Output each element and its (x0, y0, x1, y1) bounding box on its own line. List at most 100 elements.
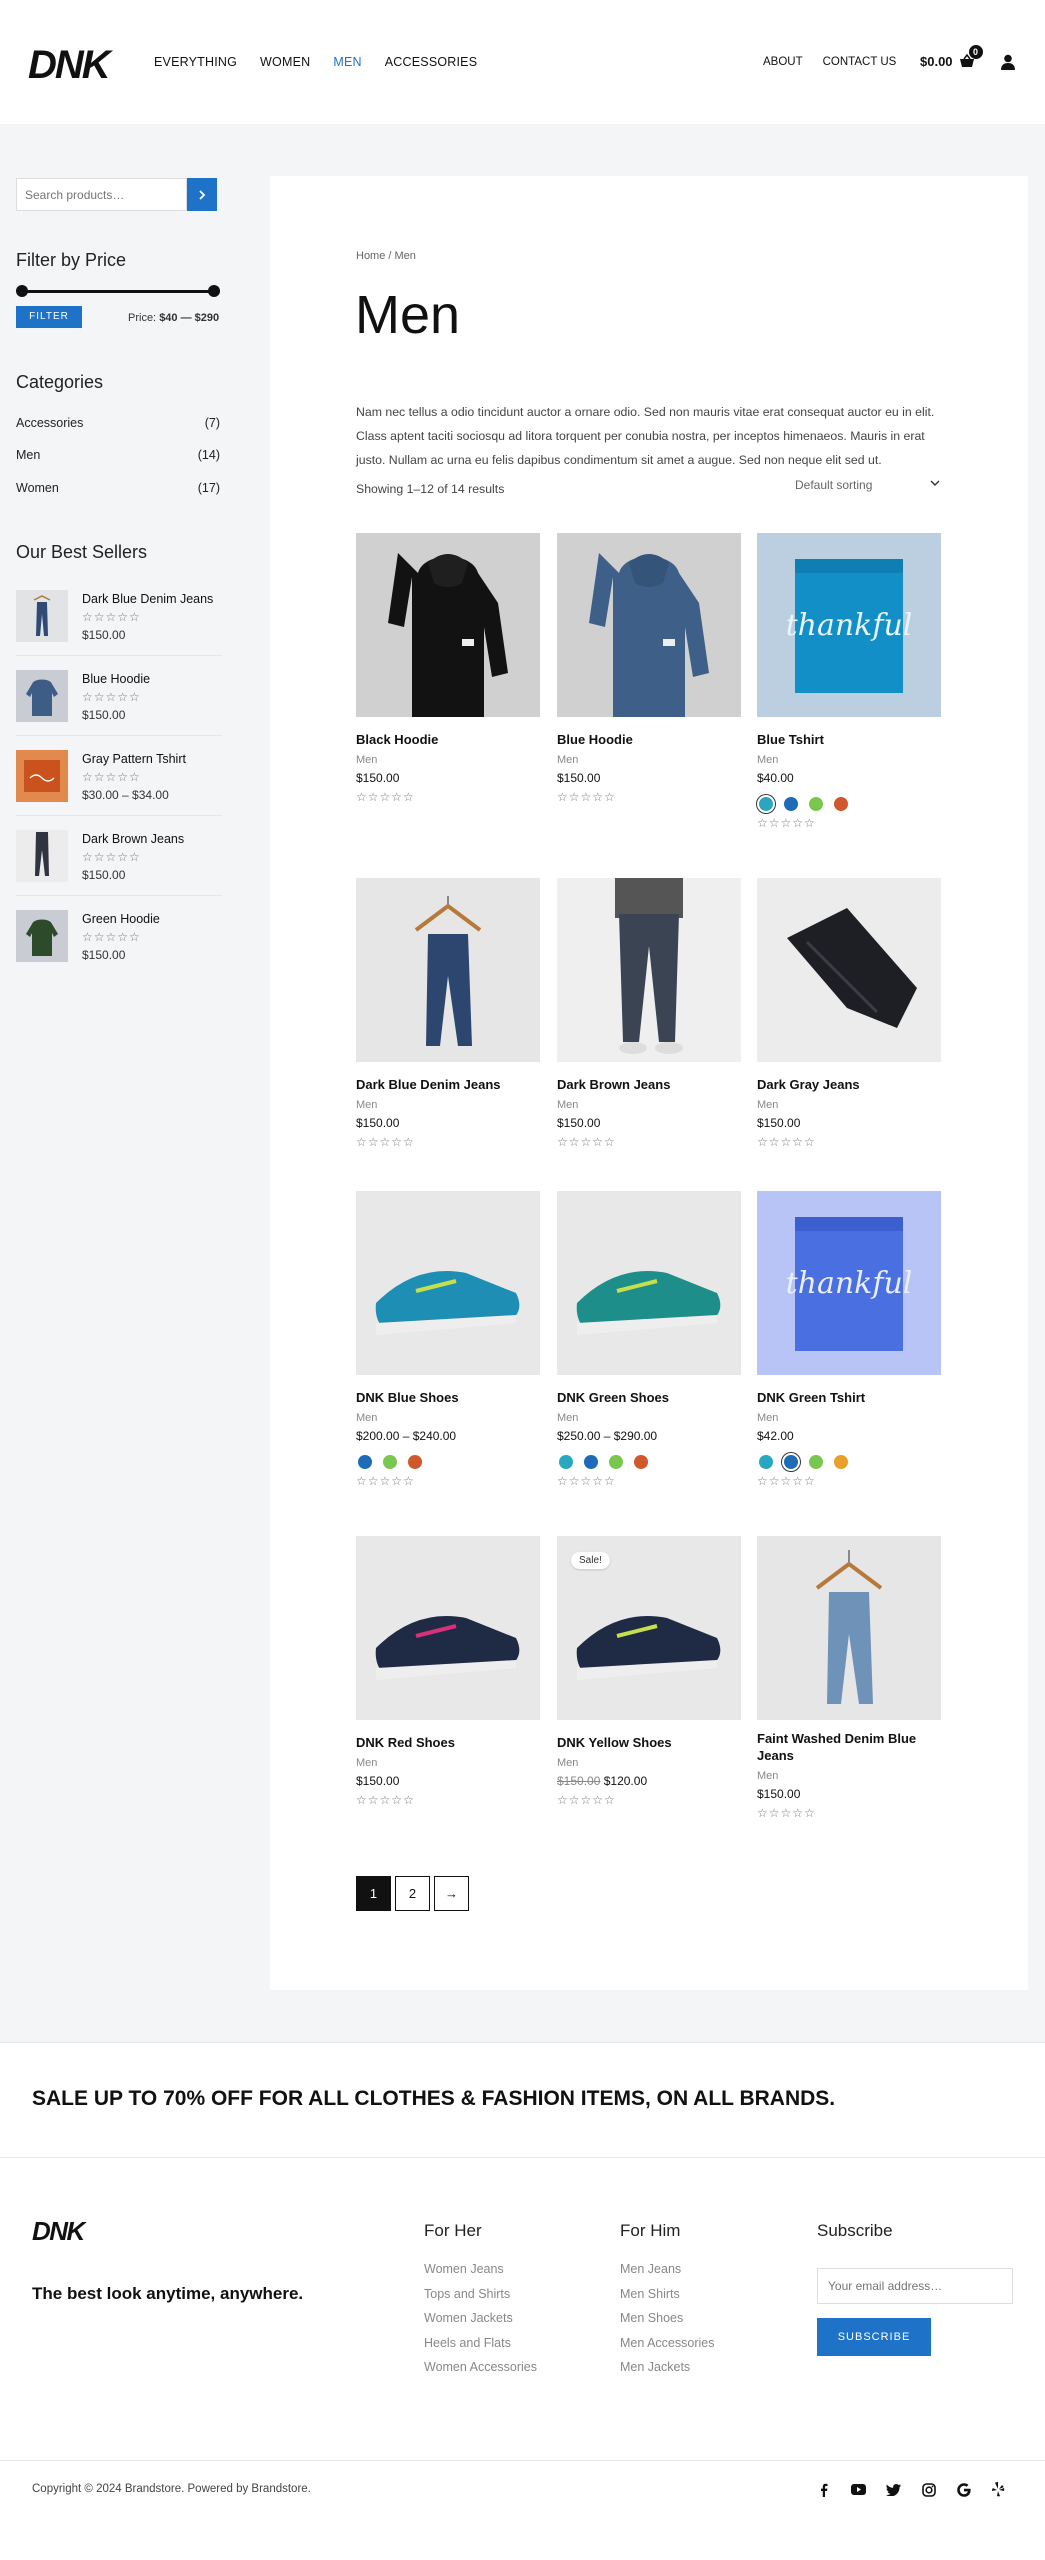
instagram-icon[interactable] (921, 2482, 936, 2497)
product-name[interactable]: Dark Blue Denim Jeans (356, 1076, 540, 1093)
google-icon[interactable] (956, 2482, 971, 2497)
footer-link[interactable]: Women Accessories (424, 2355, 537, 2380)
footer-link[interactable]: Women Jackets (424, 2306, 537, 2331)
bestseller-item[interactable]: Dark Blue Denim Jeans ☆☆☆☆☆ $150.00 (16, 590, 222, 656)
color-swatch[interactable] (383, 1455, 397, 1469)
product-name[interactable]: Dark Gray Jeans (757, 1076, 941, 1093)
product-image[interactable] (356, 533, 540, 717)
product-category[interactable]: Men (757, 1770, 941, 1782)
product-card[interactable]: DNK Red Shoes Men $150.00 ☆☆☆☆☆ (356, 1536, 540, 1807)
footer-logo[interactable]: DNK (32, 2216, 94, 2246)
sort-select[interactable]: Default sorting (795, 478, 940, 492)
bestseller-name[interactable]: Dark Blue Denim Jeans (82, 592, 213, 606)
nav-contact[interactable]: CONTACT US (823, 56, 897, 68)
nav-men[interactable]: Men (333, 55, 361, 69)
color-swatch[interactable] (834, 797, 848, 811)
bestseller-thumbnail[interactable] (16, 670, 68, 722)
price-slider-max-handle[interactable] (208, 285, 220, 297)
nav-everything[interactable]: Everything (154, 55, 237, 69)
facebook-icon[interactable] (816, 2482, 831, 2497)
nav-women[interactable]: Women (260, 55, 310, 69)
product-card[interactable]: thankful Blue Tshirt Men $40.00 ☆☆☆☆☆ (757, 533, 941, 830)
product-image[interactable]: thankful (757, 533, 941, 717)
filter-button[interactable]: FILTER (16, 306, 82, 328)
product-card[interactable]: Black Hoodie Men $150.00 ☆☆☆☆☆ (356, 533, 540, 804)
product-category[interactable]: Men (757, 754, 941, 766)
footer-link[interactable]: Men Accessories (620, 2331, 714, 2356)
category-item[interactable]: Accessories (7) (16, 416, 220, 430)
product-card[interactable]: DNK Blue Shoes Men $200.00 – $240.00 ☆☆☆… (356, 1191, 540, 1488)
product-image[interactable] (356, 1191, 540, 1375)
price-slider[interactable] (16, 285, 220, 297)
category-item[interactable]: Men (14) (16, 448, 220, 462)
footer-link[interactable]: Heels and Flats (424, 2331, 537, 2356)
yelp-icon[interactable] (991, 2482, 1006, 2497)
footer-link[interactable]: Men Jackets (620, 2355, 714, 2380)
color-swatch[interactable] (759, 1455, 773, 1469)
color-swatch[interactable] (834, 1455, 848, 1469)
breadcrumb[interactable]: Home / Men (356, 250, 416, 262)
bestseller-item[interactable]: Blue Hoodie ☆☆☆☆☆ $150.00 (16, 670, 222, 736)
price-slider-min-handle[interactable] (16, 285, 28, 297)
bestseller-thumbnail[interactable] (16, 750, 68, 802)
bestseller-item[interactable]: Green Hoodie ☆☆☆☆☆ $150.00 (16, 910, 222, 976)
product-card[interactable]: thankful DNK Green Tshirt Men $42.00 ☆☆☆… (757, 1191, 941, 1488)
youtube-icon[interactable] (851, 2482, 866, 2497)
product-name[interactable]: Dark Brown Jeans (557, 1076, 741, 1093)
subscribe-email-input[interactable] (817, 2268, 1013, 2304)
footer-link[interactable]: Men Shoes (620, 2306, 714, 2331)
product-card[interactable]: DNK Green Shoes Men $250.00 – $290.00 ☆☆… (557, 1191, 741, 1488)
footer-link[interactable]: Women Jeans (424, 2257, 537, 2282)
page-2[interactable]: 2 (395, 1876, 430, 1911)
product-card[interactable]: Dark Brown Jeans Men $150.00 ☆☆☆☆☆ (557, 878, 741, 1149)
color-swatch[interactable] (809, 1455, 823, 1469)
product-image[interactable] (557, 533, 741, 717)
product-category[interactable]: Men (557, 1412, 741, 1424)
color-swatch[interactable] (609, 1455, 623, 1469)
product-card[interactable]: Dark Blue Denim Jeans Men $150.00 ☆☆☆☆☆ (356, 878, 540, 1149)
product-name[interactable]: Blue Hoodie (557, 731, 741, 748)
product-category[interactable]: Men (356, 1757, 540, 1769)
bestseller-name[interactable]: Gray Pattern Tshirt (82, 752, 186, 766)
cart-link[interactable]: $0.00 0 (920, 45, 983, 69)
product-name[interactable]: DNK Red Shoes (356, 1734, 540, 1751)
product-image[interactable]: Sale! (557, 1536, 741, 1720)
color-swatch[interactable] (784, 797, 798, 811)
product-name[interactable]: Faint Washed Denim Blue Jeans (757, 1730, 941, 1764)
bestseller-name[interactable]: Blue Hoodie (82, 672, 150, 686)
bestseller-item[interactable]: Gray Pattern Tshirt ☆☆☆☆☆ $30.00 – $34.0… (16, 750, 222, 816)
color-swatch[interactable] (759, 797, 773, 811)
product-name[interactable]: Blue Tshirt (757, 731, 941, 748)
product-name[interactable]: DNK Green Shoes (557, 1389, 741, 1406)
bestseller-item[interactable]: Dark Brown Jeans ☆☆☆☆☆ $150.00 (16, 830, 222, 896)
bestseller-thumbnail[interactable] (16, 910, 68, 962)
product-card[interactable]: Faint Washed Denim Blue Jeans Men $150.0… (757, 1536, 941, 1820)
product-card[interactable]: Sale! DNK Yellow Shoes Men $150.00 $120.… (557, 1536, 741, 1807)
color-swatch[interactable] (559, 1455, 573, 1469)
product-category[interactable]: Men (557, 754, 741, 766)
product-category[interactable]: Men (557, 1757, 741, 1769)
product-image[interactable] (356, 878, 540, 1062)
twitter-icon[interactable] (886, 2482, 901, 2497)
product-category[interactable]: Men (356, 754, 540, 766)
bestseller-thumbnail[interactable] (16, 830, 68, 882)
search-input[interactable] (16, 178, 187, 211)
bestseller-thumbnail[interactable] (16, 590, 68, 642)
product-image[interactable] (356, 1536, 540, 1720)
product-category[interactable]: Men (757, 1099, 941, 1111)
footer-link[interactable]: Tops and Shirts (424, 2282, 537, 2307)
product-category[interactable]: Men (356, 1099, 540, 1111)
product-card[interactable]: Dark Gray Jeans Men $150.00 ☆☆☆☆☆ (757, 878, 941, 1149)
category-item[interactable]: Women (17) (16, 481, 220, 495)
product-image[interactable] (557, 1191, 741, 1375)
product-name[interactable]: DNK Green Tshirt (757, 1389, 941, 1406)
footer-link[interactable]: Men Jeans (620, 2257, 714, 2282)
product-image[interactable]: thankful (757, 1191, 941, 1375)
product-category[interactable]: Men (356, 1412, 540, 1424)
color-swatch[interactable] (584, 1455, 598, 1469)
product-image[interactable] (757, 878, 941, 1062)
page-1[interactable]: 1 (356, 1876, 391, 1911)
product-image[interactable] (757, 1536, 941, 1720)
color-swatch[interactable] (809, 797, 823, 811)
product-name[interactable]: DNK Yellow Shoes (557, 1734, 741, 1751)
